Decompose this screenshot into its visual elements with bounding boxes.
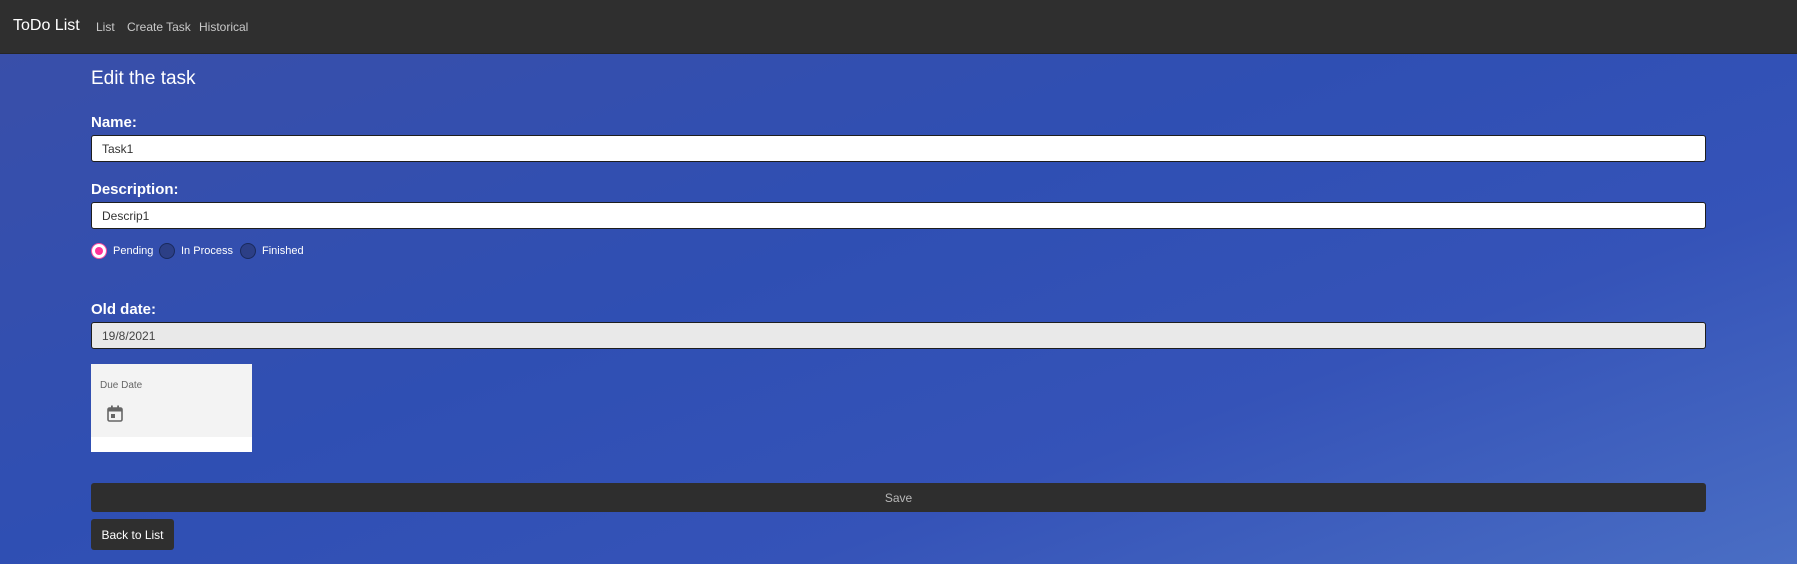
- description-input[interactable]: [91, 202, 1706, 229]
- back-to-list-button[interactable]: Back to List: [91, 519, 174, 550]
- old-date-label: Old date:: [91, 301, 157, 318]
- status-radio-finished[interactable]: [240, 243, 256, 259]
- old-date-input: [91, 322, 1706, 349]
- nav-link-list[interactable]: List: [96, 20, 115, 34]
- radio-selected-dot: [95, 247, 103, 255]
- status-label-pending[interactable]: Pending: [113, 245, 153, 257]
- nav-link-create-task[interactable]: Create Task: [127, 20, 191, 34]
- save-button[interactable]: Save: [91, 483, 1706, 512]
- status-label-finished[interactable]: Finished: [262, 245, 304, 257]
- description-label: Description:: [91, 181, 179, 198]
- name-input[interactable]: [91, 135, 1706, 162]
- calendar-icon[interactable]: [107, 405, 123, 422]
- due-date-picker[interactable]: Due Date: [91, 364, 252, 452]
- status-radio-pending[interactable]: [91, 243, 107, 259]
- brand-title[interactable]: ToDo List: [13, 17, 80, 35]
- top-navbar: ToDo List List Create Task Historical: [0, 0, 1797, 54]
- status-radio-in-process[interactable]: [159, 243, 175, 259]
- due-date-underline-area: [91, 437, 252, 452]
- nav-link-historical[interactable]: Historical: [199, 20, 248, 34]
- status-label-in-process[interactable]: In Process: [181, 245, 233, 257]
- page-title: Edit the task: [91, 68, 196, 89]
- due-date-label: Due Date: [100, 380, 143, 391]
- name-label: Name:: [91, 114, 137, 131]
